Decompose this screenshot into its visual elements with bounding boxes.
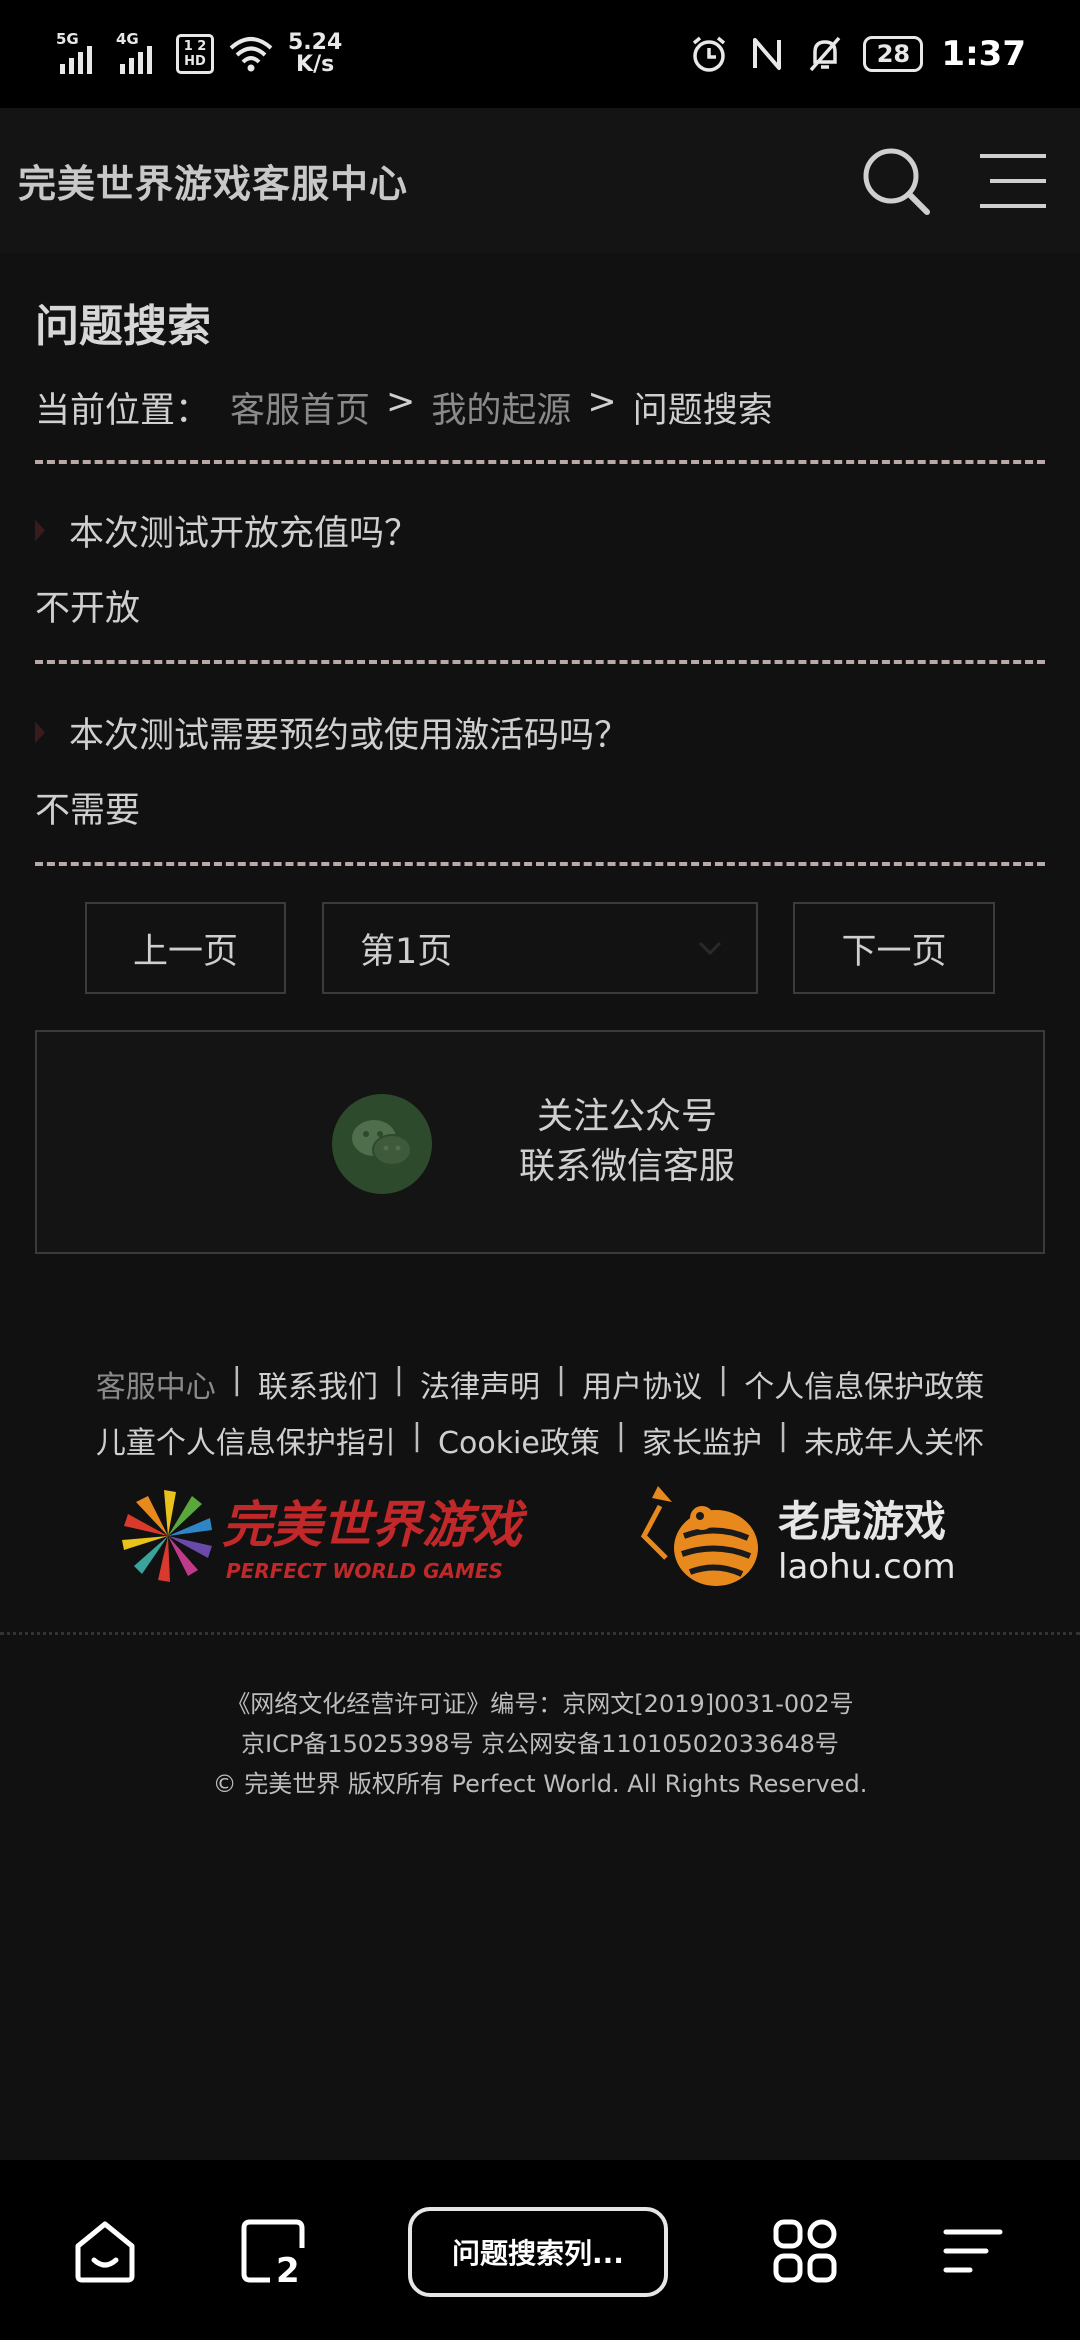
- tab-count: 2: [276, 2251, 300, 2284]
- laohu-logo[interactable]: 老虎游戏 laohu.com: [638, 1476, 968, 1594]
- breadcrumb-origin-link[interactable]: 我的起源: [431, 382, 571, 433]
- footer-separator: |: [411, 1418, 423, 1453]
- signal-5g-icon: 5G: [56, 30, 102, 74]
- prev-page-button[interactable]: 上一页: [85, 902, 286, 994]
- footer-separator: |: [231, 1362, 242, 1397]
- footer-link[interactable]: 个人信息保护政策: [744, 1362, 984, 1406]
- divider: [35, 460, 1045, 464]
- mute-bell-icon: [810, 36, 841, 72]
- logo-laohu-cn: 老虎游戏: [778, 1497, 946, 1546]
- chevron-down-icon: [698, 941, 722, 955]
- site-header: 完美世界游戏客服中心: [0, 108, 1080, 253]
- hd-voice-icon: 1 2 HD: [176, 34, 214, 74]
- clock: 1:37: [941, 34, 1026, 74]
- wechat-icon: [332, 1094, 432, 1194]
- breadcrumb-separator: >: [587, 382, 617, 422]
- footer-separator: |: [615, 1418, 626, 1453]
- footer-link[interactable]: 客服中心: [96, 1362, 216, 1406]
- perfect-world-logo[interactable]: 完美世界游戏 PERFECT WORLD GAMES: [122, 1486, 562, 1586]
- footer-separator: |: [556, 1362, 567, 1397]
- footer-link[interactable]: 联系我们: [258, 1362, 378, 1406]
- signal-4g-icon: 4G: [116, 30, 162, 74]
- wechat-line2: 联系微信客服: [518, 1146, 735, 1187]
- logo-pw-en: PERFECT WORLD GAMES: [226, 1559, 503, 1583]
- battery-indicator: 28: [863, 36, 924, 72]
- tabs-icon[interactable]: 2: [240, 2218, 306, 2284]
- wechat-line1: 关注公众号: [536, 1096, 717, 1137]
- breadcrumb-home-link[interactable]: 客服首页: [230, 382, 370, 433]
- current-tab-title[interactable]: 问题搜索列...: [408, 2207, 668, 2297]
- logo-laohu-en: laohu.com: [778, 1547, 956, 1587]
- apps-grid-icon[interactable]: [772, 2218, 838, 2284]
- footer-link[interactable]: 儿童个人信息保护指引: [96, 1418, 396, 1462]
- breadcrumb-current: 问题搜索: [632, 391, 773, 431]
- legal-icp: 京ICP备15025398号 京公网安备11010502033648号: [241, 1730, 839, 1758]
- page-select[interactable]: 第1页: [322, 902, 758, 994]
- footer-link[interactable]: 家长监护: [642, 1418, 762, 1462]
- bullet-arrow-icon: [35, 519, 45, 542]
- wifi-icon: [229, 37, 273, 72]
- page-select-value: 第1页: [360, 931, 453, 972]
- faq-question[interactable]: 本次测试需要预约或使用激活码吗？: [35, 707, 629, 758]
- search-icon[interactable]: [860, 145, 932, 217]
- status-bar: 5G 4G 1 2 HD 5.24 K/s 28 1:37: [0, 0, 1080, 108]
- legal-copyright: © 完美世界 版权所有 Perfect World. All Rights Re…: [212, 1770, 868, 1798]
- faq-answer: 不需要: [35, 791, 141, 831]
- faq-answer: 不开放: [35, 589, 141, 629]
- bullet-arrow-icon: [35, 721, 45, 744]
- wechat-contact-box[interactable]: 关注公众号 联系微信客服: [35, 1030, 1045, 1254]
- wechat-text: 关注公众号 联系微信客服: [477, 1092, 777, 1192]
- footer-separator: |: [393, 1362, 404, 1397]
- breadcrumb: 当前位置： 客服首页 > 我的起源 > 问题搜索: [35, 382, 773, 433]
- footer-link[interactable]: 未成年人关怀: [804, 1418, 984, 1462]
- legal-license: 《网络文化经营许可证》编号：京网文[2019]0031-002号: [226, 1690, 854, 1718]
- site-title[interactable]: 完美世界游戏客服中心: [18, 153, 408, 208]
- home-icon[interactable]: [72, 2218, 138, 2284]
- footer-separator: |: [718, 1362, 729, 1397]
- footer-link[interactable]: 用户协议: [582, 1362, 702, 1406]
- next-page-button[interactable]: 下一页: [793, 902, 995, 994]
- divider: [35, 660, 1045, 664]
- alarm-icon: [693, 36, 726, 72]
- browser-bottom-bar: 2 问题搜索列...: [0, 2160, 1080, 2340]
- logo-pw-cn: 完美世界游戏: [222, 1495, 528, 1554]
- faq-question[interactable]: 本次测试开放充值吗？: [35, 505, 419, 556]
- menu-icon[interactable]: [978, 151, 1048, 211]
- divider: [35, 862, 1045, 866]
- hd-top-label: 1 2: [183, 39, 207, 54]
- nfc-icon: [753, 38, 782, 70]
- faq-question-text: 本次测试开放充值吗？: [69, 514, 420, 554]
- breadcrumb-label: 当前位置：: [35, 391, 211, 431]
- speed-value: 5.24: [288, 30, 343, 55]
- breadcrumb-separator: >: [386, 382, 416, 422]
- faq-question-text: 本次测试需要预约或使用激活码吗？: [69, 716, 630, 756]
- footer-link[interactable]: 法律声明: [420, 1362, 540, 1406]
- hd-bottom-label: HD: [184, 54, 206, 69]
- footer-separator: |: [777, 1418, 789, 1453]
- page-title: 问题搜索: [35, 301, 211, 352]
- footer-links-row2: 儿童个人信息保护指引 | Cookie政策 | 家长监护 | 未成年人关怀: [0, 1418, 1080, 1462]
- footer-divider: [0, 1632, 1080, 1635]
- speed-unit: K/s: [296, 52, 335, 77]
- menu-lines-icon[interactable]: [940, 2218, 1006, 2284]
- footer-link[interactable]: Cookie政策: [438, 1418, 600, 1462]
- footer-links-row1: 客服中心 | 联系我们 | 法律声明 | 用户协议 | 个人信息保护政策: [0, 1362, 1080, 1406]
- network-speed: 5.24 K/s: [288, 32, 342, 76]
